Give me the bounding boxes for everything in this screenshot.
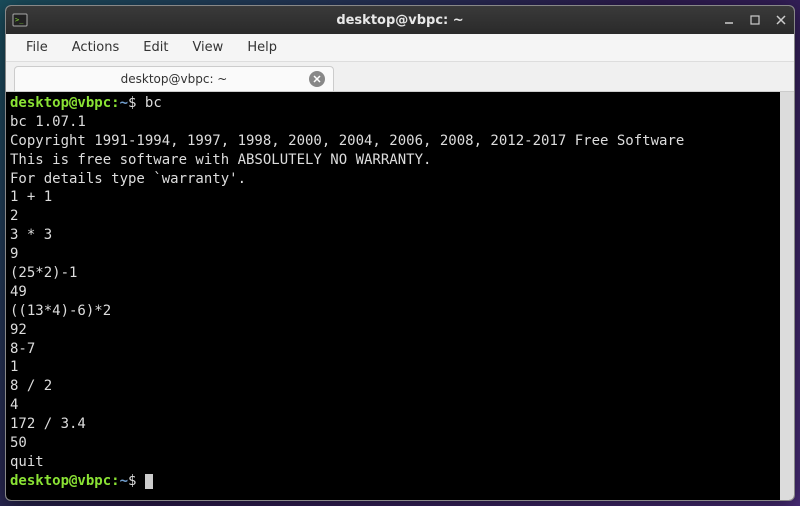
terminal-tab[interactable]: desktop@vbpc: ~ xyxy=(14,66,334,91)
output-line: 50 xyxy=(10,434,776,453)
window-controls xyxy=(722,13,788,27)
prompt-user-host: desktop@vbpc xyxy=(10,473,111,489)
output-line: ((13*4)-6)*2 xyxy=(10,302,776,321)
output-line: 1 xyxy=(10,358,776,377)
terminal-cursor xyxy=(145,474,153,489)
output-line: Copyright 1991-1994, 1997, 1998, 2000, 2… xyxy=(10,132,776,151)
minimize-button[interactable] xyxy=(722,13,736,27)
output-line: 8-7 xyxy=(10,340,776,359)
output-line: 49 xyxy=(10,283,776,302)
tab-close-button[interactable] xyxy=(309,71,325,87)
prompt-path: ~ xyxy=(120,95,128,111)
terminal-window: >_ desktop@vbpc: ~ File Actions Edit Vie… xyxy=(5,5,795,501)
close-button[interactable] xyxy=(774,13,788,27)
output-line: 9 xyxy=(10,245,776,264)
output-line: 8 / 2 xyxy=(10,377,776,396)
prompt-colon: : xyxy=(111,95,119,111)
prompt-path: ~ xyxy=(120,473,128,489)
menubar: File Actions Edit View Help xyxy=(6,34,794,62)
menu-actions[interactable]: Actions xyxy=(62,36,130,59)
titlebar[interactable]: >_ desktop@vbpc: ~ xyxy=(6,6,794,34)
output-line: quit xyxy=(10,453,776,472)
output-line: (25*2)-1 xyxy=(10,264,776,283)
maximize-button[interactable] xyxy=(748,13,762,27)
output-line: 2 xyxy=(10,207,776,226)
tabbar: desktop@vbpc: ~ xyxy=(6,62,794,92)
output-line: For details type `warranty'. xyxy=(10,170,776,189)
output-line: 3 * 3 xyxy=(10,226,776,245)
tab-label: desktop@vbpc: ~ xyxy=(121,72,228,86)
scrollbar-thumb[interactable] xyxy=(782,94,794,490)
terminal-app-icon: >_ xyxy=(12,12,28,28)
output-line: 4 xyxy=(10,396,776,415)
menu-view[interactable]: View xyxy=(182,36,233,59)
output-line: 92 xyxy=(10,321,776,340)
prompt-colon: : xyxy=(111,473,119,489)
prompt-user-host: desktop@vbpc xyxy=(10,95,111,111)
svg-text:>_: >_ xyxy=(15,16,24,24)
output-line: bc 1.07.1 xyxy=(10,113,776,132)
output-line: 1 + 1 xyxy=(10,188,776,207)
prompt-dollar: $ xyxy=(128,473,136,489)
prompt-dollar: $ xyxy=(128,95,136,111)
menu-file[interactable]: File xyxy=(16,36,58,59)
output-line: 172 / 3.4 xyxy=(10,415,776,434)
command-input: bc xyxy=(145,95,162,111)
window-title: desktop@vbpc: ~ xyxy=(336,13,463,28)
output-line: This is free software with ABSOLUTELY NO… xyxy=(10,151,776,170)
menu-help[interactable]: Help xyxy=(237,36,287,59)
terminal-content[interactable]: desktop@vbpc:~$ bcbc 1.07.1Copyright 199… xyxy=(6,92,794,500)
menu-edit[interactable]: Edit xyxy=(133,36,178,59)
